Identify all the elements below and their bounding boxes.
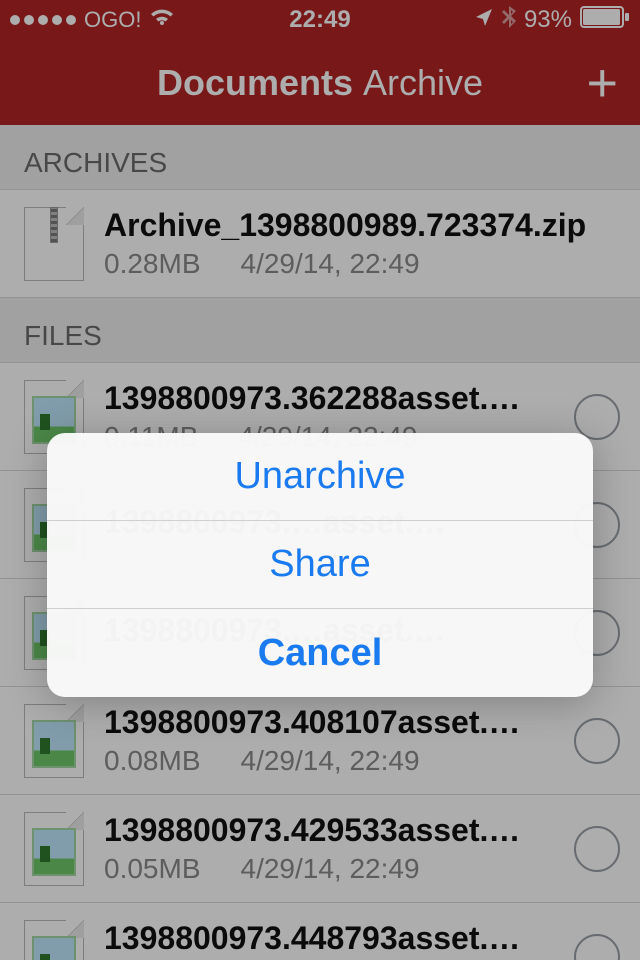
file-date: 4/29/14, 22:49: [241, 745, 420, 777]
page-title: Documents Archive: [157, 62, 483, 104]
file-size: 0.08MB: [104, 745, 201, 777]
battery-icon: [580, 6, 630, 35]
select-radio[interactable]: [574, 718, 620, 764]
row-text: Archive_1398800989.723374.zip 0.28MB 4/2…: [104, 207, 620, 280]
image-file-icon: [24, 920, 84, 960]
status-left: OGO!: [10, 6, 175, 34]
battery-percent: 93%: [524, 6, 572, 34]
file-name: Archive_1398800989.723374.zip: [104, 207, 620, 244]
cancel-button[interactable]: Cancel: [47, 609, 593, 697]
carrier-label: OGO!: [84, 7, 141, 33]
file-date: 4/29/14, 22:49: [241, 853, 420, 885]
signal-strength-icon: [10, 15, 76, 25]
bluetooth-icon: [502, 6, 516, 35]
share-button[interactable]: Share: [47, 521, 593, 609]
clock: 22:49: [289, 6, 350, 34]
screen: OGO! 22:49 93% Documents Archive + ARC: [0, 0, 640, 960]
select-radio[interactable]: [574, 934, 620, 960]
file-name: 1398800973.429533asset.…: [104, 812, 554, 849]
image-file-icon: [24, 812, 84, 886]
location-icon: [474, 6, 494, 34]
nav-bar: Documents Archive +: [0, 40, 640, 125]
image-file-icon: [24, 704, 84, 778]
title-main: Documents: [157, 62, 353, 103]
file-date: 4/29/14, 22:49: [241, 248, 420, 280]
status-right: 93%: [474, 6, 630, 35]
section-header-files: FILES: [0, 298, 640, 363]
archive-row[interactable]: Archive_1398800989.723374.zip 0.28MB 4/2…: [0, 190, 640, 298]
file-name: 1398800973.448793asset.…: [104, 920, 554, 957]
row-text: 1398800973.448793asset.… 0.04MB 4/29/14,…: [104, 920, 554, 960]
select-radio[interactable]: [574, 394, 620, 440]
select-radio[interactable]: [574, 826, 620, 872]
status-bar: OGO! 22:49 93%: [0, 0, 640, 40]
file-row[interactable]: 1398800973.408107asset.… 0.08MB 4/29/14,…: [0, 687, 640, 795]
row-text: 1398800973.429533asset.… 0.05MB 4/29/14,…: [104, 812, 554, 885]
file-row[interactable]: 1398800973.429533asset.… 0.05MB 4/29/14,…: [0, 795, 640, 903]
file-name: 1398800973.362288asset.…: [104, 380, 554, 417]
wifi-icon: [149, 6, 175, 34]
title-sub: Archive: [363, 62, 483, 103]
unarchive-button[interactable]: Unarchive: [47, 433, 593, 521]
file-size: 0.28MB: [104, 248, 201, 280]
file-size: 0.05MB: [104, 853, 201, 885]
file-row[interactable]: 1398800973.448793asset.… 0.04MB 4/29/14,…: [0, 903, 640, 960]
section-header-archives: ARCHIVES: [0, 125, 640, 190]
file-name: 1398800973.408107asset.…: [104, 704, 554, 741]
zip-file-icon: [24, 207, 84, 281]
row-text: 1398800973.408107asset.… 0.08MB 4/29/14,…: [104, 704, 554, 777]
add-button[interactable]: +: [586, 56, 618, 110]
action-sheet: Unarchive Share Cancel: [47, 433, 593, 697]
